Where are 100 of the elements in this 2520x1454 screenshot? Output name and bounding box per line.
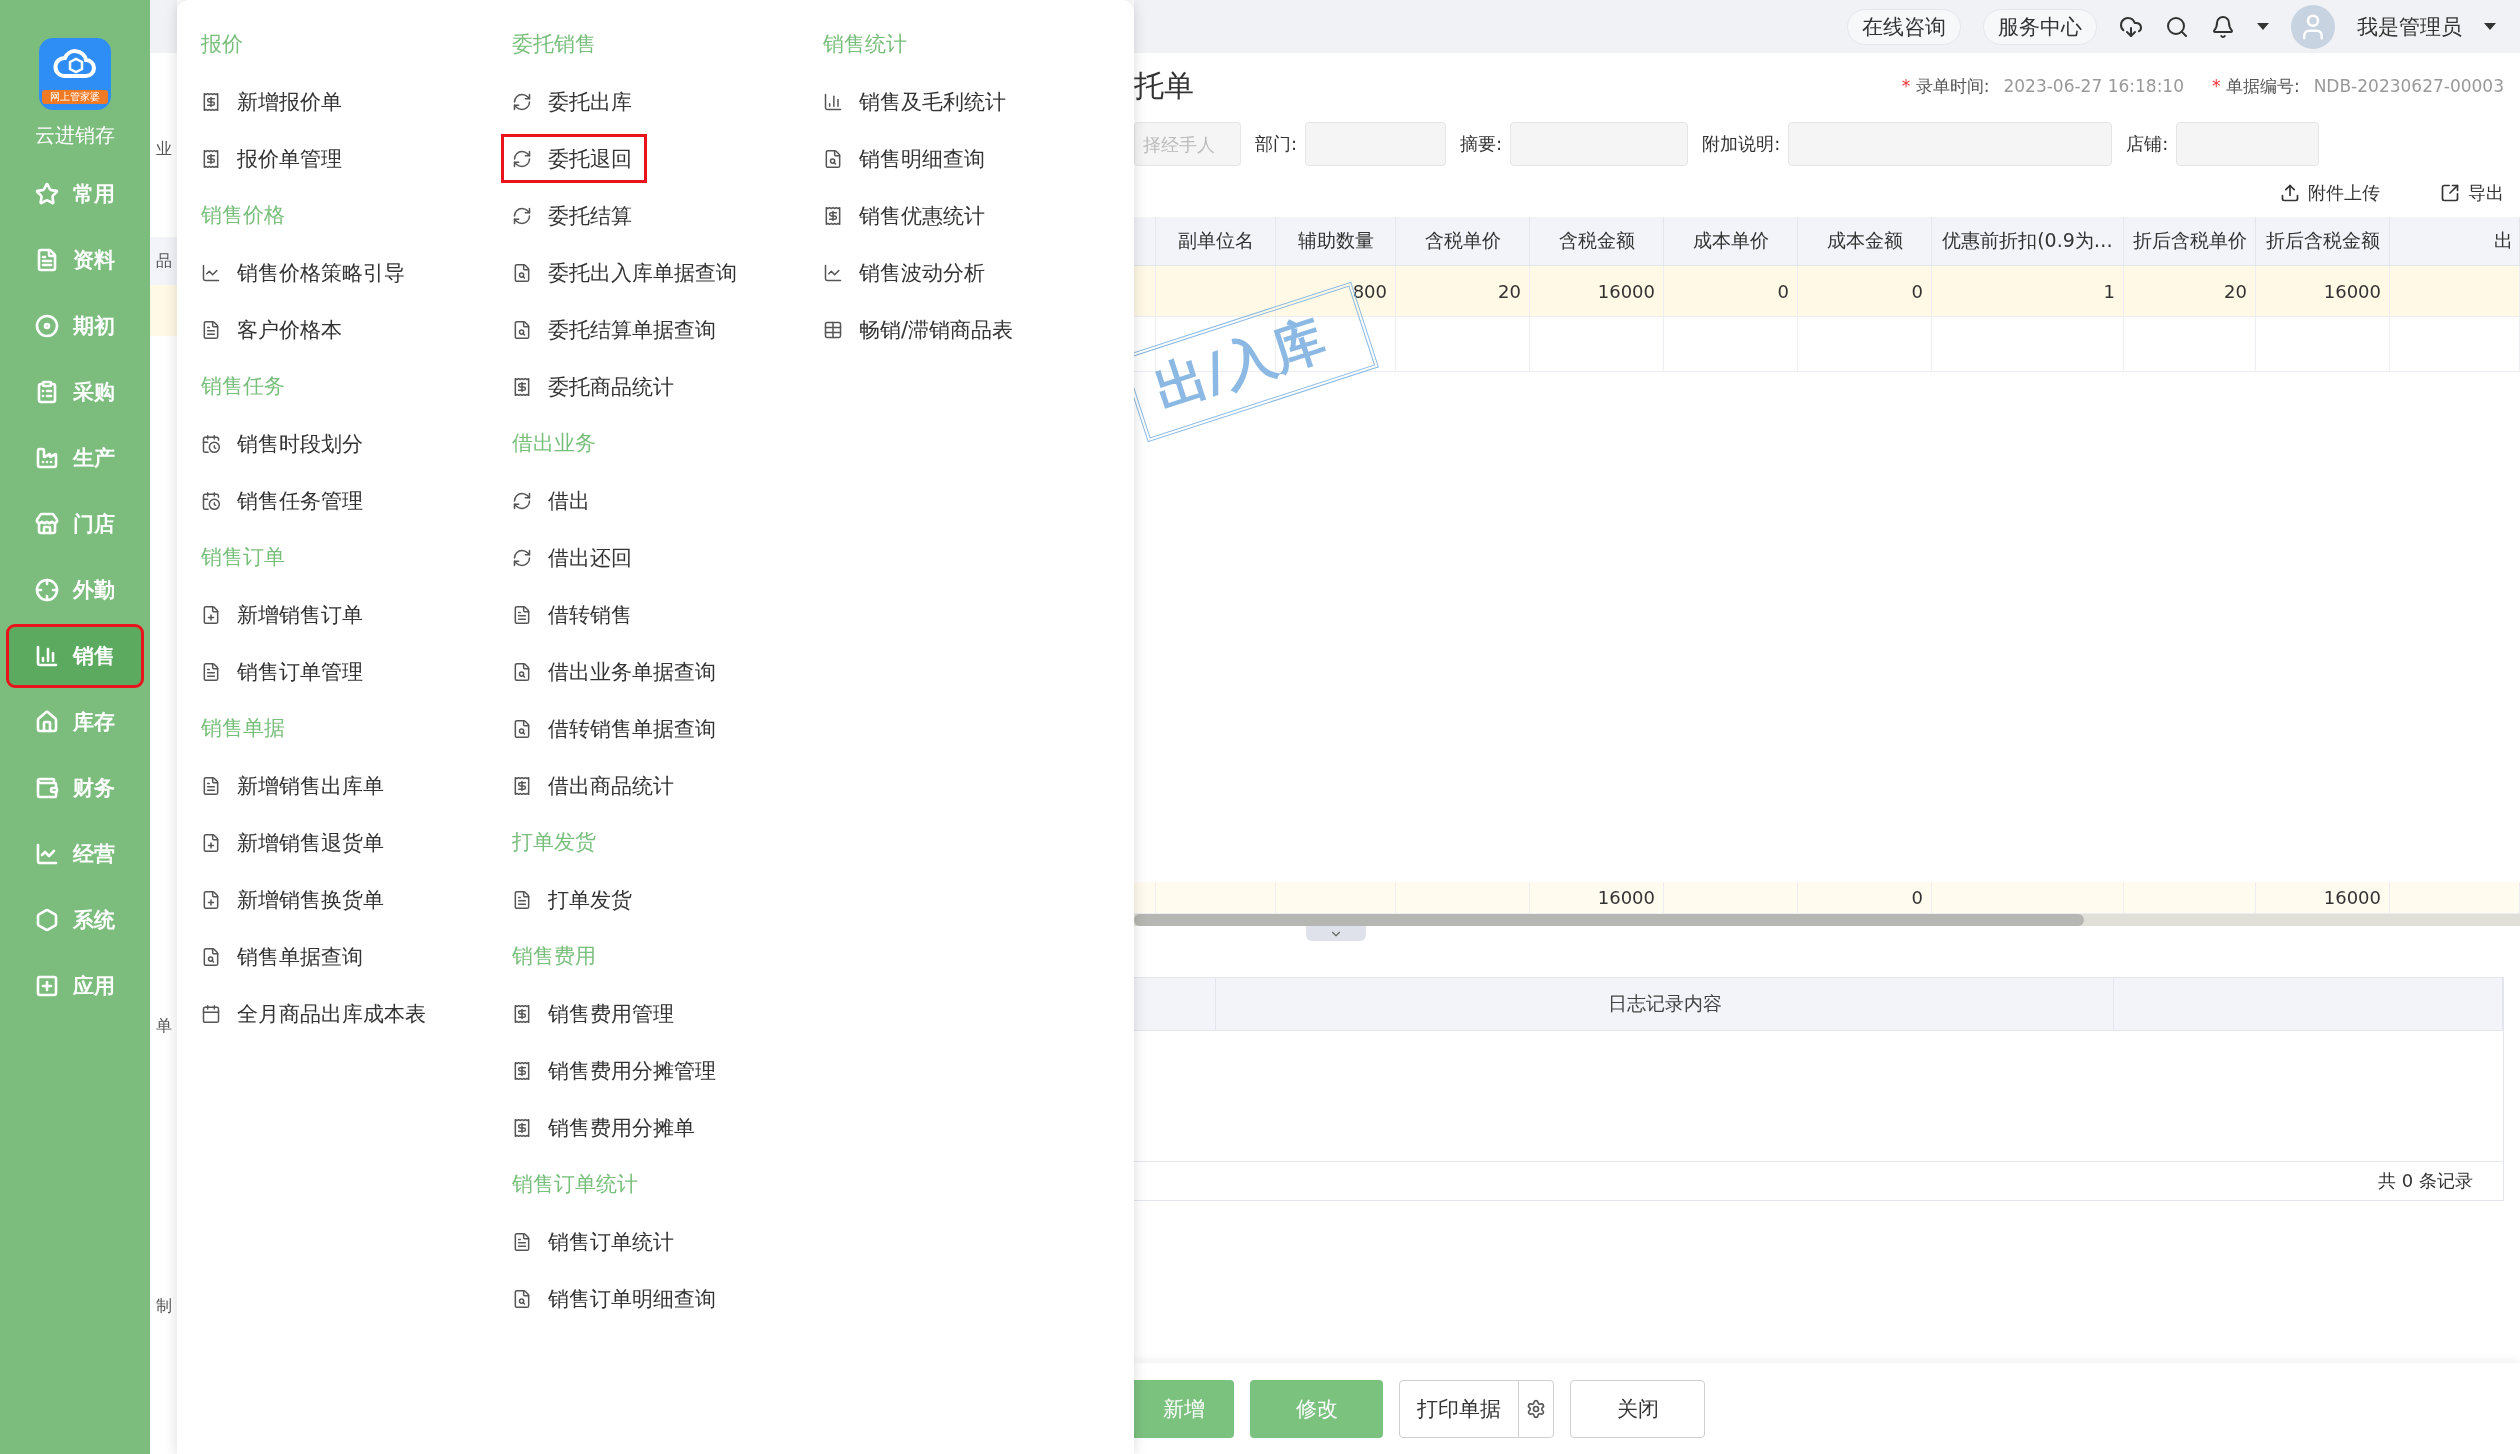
receipt-icon bbox=[512, 1003, 532, 1024]
star-icon bbox=[35, 182, 59, 206]
menu-item[interactable]: 委托结算单据查询 bbox=[504, 308, 728, 351]
caret-icon[interactable] bbox=[2484, 23, 2496, 30]
input-field[interactable] bbox=[1305, 122, 1447, 166]
menu-item[interactable]: 销售订单统计 bbox=[504, 1220, 686, 1263]
menu-group-title: 销售统计 bbox=[823, 31, 908, 58]
caret-icon[interactable] bbox=[2257, 23, 2269, 30]
menu-item[interactable]: 畅销/滞销商品表 bbox=[815, 308, 1026, 351]
column-header: 日志记录内容 bbox=[1216, 978, 2114, 1030]
receipt-icon bbox=[512, 1117, 532, 1138]
settings-icon[interactable] bbox=[1526, 1398, 1546, 1419]
top-bar bbox=[150, 0, 177, 53]
menu-item[interactable]: 打单发货 bbox=[504, 878, 644, 921]
bar-chart-icon bbox=[823, 91, 843, 112]
menu-item[interactable]: 委托商品统计 bbox=[504, 365, 686, 408]
menu-group-title: 销售单据 bbox=[201, 715, 286, 742]
table-cell: 1 bbox=[1932, 266, 2124, 317]
menu-item[interactable]: 销售时段划分 bbox=[193, 422, 375, 465]
menu-item[interactable]: 销售波动分析 bbox=[815, 251, 997, 294]
field-label: 部门: bbox=[1255, 132, 1298, 156]
file-plus-icon bbox=[201, 889, 221, 910]
menu-item[interactable]: 销售费用分摊单 bbox=[504, 1106, 707, 1149]
document-icon bbox=[201, 661, 221, 682]
menu-item[interactable]: 销售及毛利统计 bbox=[815, 80, 1018, 123]
menu-item[interactable]: 借转销售 bbox=[504, 593, 644, 636]
line-chart-icon bbox=[823, 262, 843, 283]
field-label: 附加说明: bbox=[1702, 132, 1781, 156]
upload-icon bbox=[2280, 183, 2300, 203]
menu-group-title: 销售订单 bbox=[201, 544, 286, 571]
file-search-icon bbox=[823, 148, 843, 169]
document-icon bbox=[512, 889, 532, 910]
menu-item[interactable]: 销售订单管理 bbox=[193, 650, 375, 693]
menu-item[interactable]: 借出业务单据查询 bbox=[504, 650, 728, 693]
input-field[interactable] bbox=[2176, 122, 2320, 166]
user-name[interactable]: 我是管理员 bbox=[2357, 12, 2462, 41]
scrollbar[interactable] bbox=[1134, 914, 2520, 926]
refresh-icon bbox=[512, 547, 532, 568]
menu-item[interactable]: 销售费用管理 bbox=[504, 992, 686, 1035]
bell-icon[interactable] bbox=[2211, 14, 2235, 39]
input-field[interactable] bbox=[1510, 122, 1689, 166]
action-button[interactable]: 关闭 bbox=[1570, 1379, 1705, 1438]
menu-item[interactable]: 借出商品统计 bbox=[504, 764, 686, 807]
column-header: 优惠前折扣(0.9为… bbox=[1932, 217, 2124, 266]
document-icon bbox=[201, 775, 221, 796]
menu-item[interactable]: 销售价格策略引导 bbox=[193, 251, 417, 294]
menu-item[interactable]: 销售明细查询 bbox=[815, 137, 997, 180]
menu-item[interactable]: 客户价格本 bbox=[193, 308, 354, 351]
header-button[interactable]: 服务中心 bbox=[1983, 8, 2097, 45]
header-button[interactable]: 在线咨询 bbox=[1847, 8, 1961, 45]
total-cell: 16000 bbox=[1530, 882, 1664, 914]
menu-item[interactable]: 委托结算 bbox=[504, 194, 644, 237]
receipt-icon bbox=[823, 205, 843, 226]
file-search-icon bbox=[512, 718, 532, 739]
menu-item[interactable]: 销售费用分摊管理 bbox=[504, 1049, 728, 1092]
receipt-icon bbox=[512, 1060, 532, 1081]
record-count: 共 0 条记录 bbox=[2377, 1169, 2474, 1193]
line-chart-icon bbox=[35, 842, 59, 866]
upload-button[interactable]: 附件上传 bbox=[2280, 181, 2380, 205]
export-button[interactable]: 导出 bbox=[2440, 181, 2504, 205]
avatar[interactable] bbox=[2291, 4, 2335, 49]
menu-item[interactable]: 全月商品出库成本表 bbox=[193, 992, 438, 1035]
cloud-download-icon[interactable] bbox=[2119, 14, 2143, 39]
menu-item[interactable]: 新增销售退货单 bbox=[193, 821, 396, 864]
menu-item[interactable]: 借出还回 bbox=[504, 536, 644, 579]
file-search-icon bbox=[512, 319, 532, 340]
input-field[interactable]: 择经手人 bbox=[1134, 122, 1241, 166]
table-cell bbox=[1134, 266, 1156, 317]
menu-item[interactable]: 销售单据查询 bbox=[193, 935, 375, 978]
collapse-toggle[interactable] bbox=[1306, 926, 1366, 941]
menu-item[interactable]: 销售优惠统计 bbox=[815, 194, 997, 237]
menu-group-title: 打单发货 bbox=[512, 829, 597, 856]
line-chart-icon bbox=[201, 262, 221, 283]
menu-item[interactable]: 委托退回 bbox=[504, 137, 644, 180]
menu-item[interactable]: 借转销售单据查询 bbox=[504, 707, 728, 750]
menu-item[interactable]: 新增销售出库单 bbox=[193, 764, 396, 807]
menu-item[interactable]: 新增销售换货单 bbox=[193, 878, 396, 921]
file-search-icon bbox=[201, 946, 221, 967]
refresh-icon bbox=[512, 205, 532, 226]
column-header: 含税金额 bbox=[1530, 217, 1664, 266]
menu-item[interactable]: 借出 bbox=[504, 479, 602, 522]
search-icon[interactable] bbox=[2165, 14, 2189, 39]
menu-item[interactable]: 新增销售订单 bbox=[193, 593, 375, 636]
input-field[interactable] bbox=[1788, 122, 2113, 166]
menu-item[interactable]: 销售订单明细查询 bbox=[504, 1277, 728, 1320]
column-header: 成本金额 bbox=[1798, 217, 1932, 266]
menu-item[interactable]: 委托出库 bbox=[504, 80, 644, 123]
menu-group-title: 销售价格 bbox=[201, 202, 286, 229]
text-fragment: 制 bbox=[156, 1295, 172, 1317]
app-name: 云进销存 bbox=[35, 122, 115, 149]
total-cell: 16000 bbox=[2256, 882, 2390, 914]
menu-item[interactable]: 委托出入库单据查询 bbox=[504, 251, 749, 294]
print-button[interactable]: 打印单据 bbox=[1399, 1379, 1554, 1438]
menu-item[interactable]: 新增报价单 bbox=[193, 80, 354, 123]
hexagon-icon bbox=[35, 908, 59, 932]
scrollbar-thumb[interactable] bbox=[1134, 914, 2084, 926]
column-header: 折后含税金额 bbox=[2256, 217, 2390, 266]
text-fragment: 业 bbox=[156, 138, 172, 160]
menu-item[interactable]: 销售任务管理 bbox=[193, 479, 375, 522]
menu-item[interactable]: 报价单管理 bbox=[193, 137, 354, 180]
